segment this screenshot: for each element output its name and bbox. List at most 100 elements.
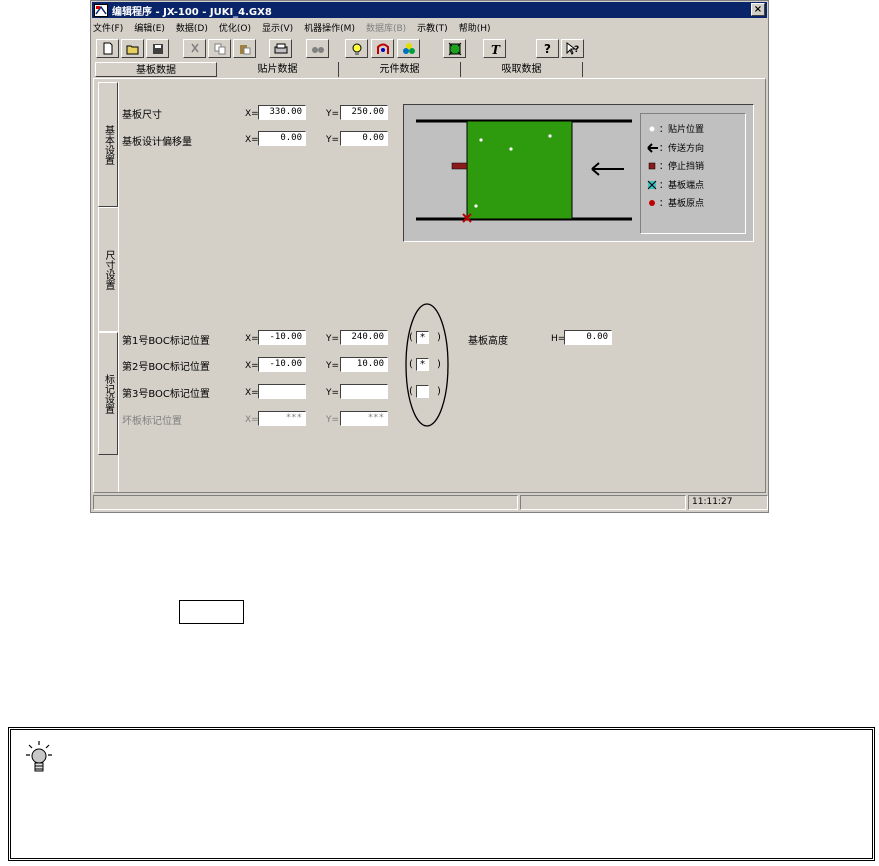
menu-bar: 文件(F) 编辑(E) 数据(D) 优化(O) 显示(V) 机器操作(M) 数据…: [93, 19, 502, 35]
boc2-x-label: X=: [245, 361, 259, 371]
legend: ：贴片位置 ：传送方向 ：停止挡销 ：基板端点 ：基板原点: [640, 113, 746, 234]
boc1-x-label: X=: [245, 334, 259, 344]
paste-button[interactable]: [233, 39, 256, 58]
help-icon: ?: [544, 42, 551, 55]
lightbulb-icon: [352, 43, 361, 55]
svg-text:?: ?: [544, 42, 551, 55]
board-size-x-label: X=: [245, 109, 259, 119]
placement-dot-icon: [649, 126, 655, 131]
side-tab-mark[interactable]: 标记设置: [98, 332, 118, 455]
context-help-button[interactable]: ?: [561, 39, 584, 58]
board-height-label: 基板高度: [468, 336, 508, 347]
tab-board-data[interactable]: 基板数据: [95, 62, 217, 77]
lightbulb-tip-icon: [26, 741, 52, 772]
tab-placement-data[interactable]: 贴片数据: [217, 62, 339, 77]
design-offset-x-label: X=: [245, 135, 259, 145]
tab-pick-data[interactable]: 吸取数据: [461, 62, 583, 77]
boc1-y-input[interactable]: 240.00: [340, 330, 388, 345]
text-button[interactable]: T: [483, 39, 506, 58]
legend-item: ：传送方向: [647, 141, 704, 154]
menu-file[interactable]: 文件(F): [93, 21, 123, 34]
boc3-x-input[interactable]: [258, 384, 306, 399]
boc2-label: 第2号BOC标记位置: [122, 362, 210, 373]
side-tab-basic[interactable]: 基本设置: [98, 82, 118, 207]
design-offset-label: 基板设计偏移量: [122, 137, 192, 148]
bad-mark-y-input: ***: [340, 411, 388, 426]
stopper-icon: [648, 162, 656, 169]
bad-mark-x-input: ***: [258, 411, 306, 426]
boc3-y-input[interactable]: [340, 384, 388, 399]
text-icon: T: [491, 43, 501, 55]
design-offset-y-label: Y=: [326, 135, 340, 145]
menu-teach[interactable]: 示教(T): [417, 21, 448, 34]
title-bar: 编辑程序 - JX-100 - JUKI_4.GX8 ×: [92, 2, 767, 18]
link-button[interactable]: [397, 39, 420, 58]
legend-item: ：基板原点: [647, 196, 704, 209]
component-button[interactable]: [371, 39, 394, 58]
board-button[interactable]: [443, 39, 466, 58]
board-height-input[interactable]: 0.00: [564, 330, 612, 345]
boc2-y-input[interactable]: 10.00: [340, 357, 388, 372]
design-offset-x-input[interactable]: 0.00: [258, 131, 306, 146]
boc3-label: 第3号BOC标记位置: [122, 389, 210, 400]
component-icon: [376, 43, 389, 54]
cut-button[interactable]: [183, 39, 206, 58]
close-button[interactable]: ×: [751, 3, 765, 16]
paste-icon: [239, 44, 250, 54]
save-button[interactable]: [146, 39, 169, 58]
find-icon: [311, 46, 324, 53]
cut-icon: [190, 43, 199, 52]
board-diagram: [416, 119, 632, 223]
placement-point: [474, 204, 478, 208]
board-size-x-input[interactable]: 330.00: [258, 105, 306, 120]
copy-icon: [214, 43, 225, 54]
save-icon: [152, 43, 163, 54]
print-icon: [274, 43, 287, 53]
board-rect: [466, 120, 573, 220]
legend-item: ：基板端点: [647, 178, 704, 191]
boc1-label: 第1号BOC标记位置: [122, 336, 210, 347]
legend-item: ：停止挡销: [647, 159, 704, 172]
svg-text:?: ?: [574, 45, 579, 55]
status-pane-middle: [520, 495, 686, 510]
print-button[interactable]: [269, 39, 292, 58]
bad-mark-label: 坏板标记位置: [122, 416, 182, 427]
bad-mark-y-label: Y=: [326, 415, 340, 425]
menu-edit[interactable]: 编辑(E): [134, 21, 165, 34]
menu-view[interactable]: 显示(V): [262, 21, 293, 34]
board-origin-icon: [649, 199, 655, 206]
placement-point: [509, 147, 513, 151]
help-button[interactable]: ?: [536, 39, 559, 58]
placement-point: [479, 138, 483, 142]
find-button[interactable]: [306, 39, 329, 58]
board-data-panel: 基本设置 尺寸设置 标记设置 基板尺寸 X= 330.00 Y= 250.00 …: [93, 78, 766, 493]
status-time: 11:11:27: [688, 495, 768, 510]
edit-program-window: 编辑程序 - JX-100 - JUKI_4.GX8 × 文件(F) 编辑(E)…: [90, 0, 769, 513]
stopper-pin: [451, 162, 468, 170]
menu-help[interactable]: 帮助(H): [459, 21, 491, 34]
boc3-y-label: Y=: [326, 388, 340, 398]
legend-item: ：贴片位置: [647, 122, 704, 135]
side-tab-size[interactable]: 尺寸设置: [98, 207, 118, 332]
arrow-left-icon: [647, 142, 658, 153]
open-button[interactable]: [121, 39, 144, 58]
copy-button[interactable]: [208, 39, 231, 58]
teach-button[interactable]: [345, 39, 368, 58]
new-file-button[interactable]: [96, 39, 119, 58]
menu-data[interactable]: 数据(D): [176, 21, 208, 34]
menu-machine[interactable]: 机器操作(M): [304, 21, 355, 34]
boc2-y-label: Y=: [326, 361, 340, 371]
design-offset-y-input[interactable]: 0.00: [340, 131, 388, 146]
placement-point: [548, 134, 552, 138]
boc1-y-label: Y=: [326, 334, 340, 344]
board-size-y-input[interactable]: 250.00: [340, 105, 388, 120]
tab-component-data[interactable]: 元件数据: [339, 62, 461, 77]
tip-box: [8, 727, 875, 861]
status-bar: 11:11:27: [93, 495, 768, 511]
open-folder-icon: [126, 45, 138, 54]
boc1-x-input[interactable]: -10.00: [258, 330, 306, 345]
menu-optimize[interactable]: 优化(O): [219, 21, 251, 34]
menu-database: 数据库(B): [365, 23, 407, 34]
board-end-icon: [647, 180, 657, 189]
boc2-x-input[interactable]: -10.00: [258, 357, 306, 372]
